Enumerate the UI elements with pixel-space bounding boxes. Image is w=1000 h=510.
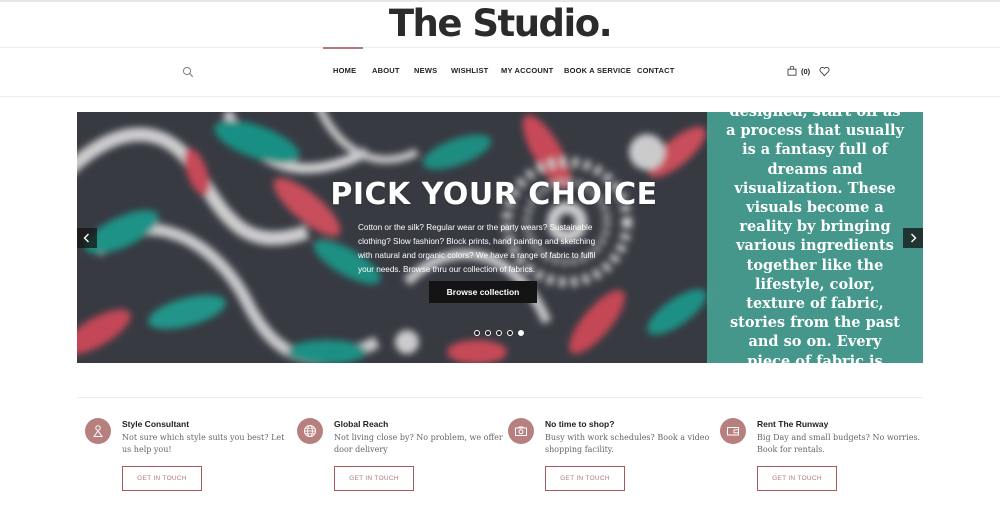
shopping-bag-icon <box>787 66 797 76</box>
wallet-icon <box>727 427 739 436</box>
panel-line: texture of fabric, <box>746 295 884 313</box>
chevron-right-icon <box>911 233 917 243</box>
slide-title: PICK YOUR CHOICE <box>330 177 658 212</box>
nav-news[interactable]: NEWS <box>414 66 437 75</box>
nav-contact[interactable]: CONTACT <box>637 66 675 75</box>
features-divider <box>77 397 923 398</box>
slider-dot[interactable] <box>507 330 513 336</box>
feature-description: Not living close by? No problem, we offe… <box>334 433 503 454</box>
panel-line: reality by bringing <box>739 218 891 236</box>
site-logo[interactable]: The Studio. <box>0 4 1000 44</box>
search-icon[interactable] <box>182 66 194 78</box>
feature-title: Rent The Runway <box>757 419 829 429</box>
slider-dot[interactable] <box>496 330 502 336</box>
header-divider-top <box>0 47 1000 48</box>
slider-pagination <box>474 330 529 336</box>
feature-style-consultant: Style Consultant Not sure which style su… <box>85 418 285 498</box>
panel-line: stories from the past <box>730 314 900 332</box>
get-in-touch-button[interactable]: GET IN TOUCH <box>757 466 837 491</box>
nav-book-a-service[interactable]: BOOK A SERVICE <box>564 66 631 75</box>
panel-line: lifestyle, color, <box>755 275 875 293</box>
camera-icon <box>515 426 527 436</box>
nav-active-indicator <box>323 47 363 49</box>
hero-slider[interactable]: designed, start off as a process that us… <box>77 112 923 363</box>
get-in-touch-button[interactable]: GET IN TOUCH <box>122 466 202 491</box>
feature-description: Not sure which style suits you best? Let… <box>122 433 285 454</box>
nav-about[interactable]: ABOUT <box>372 66 400 75</box>
feature-rent-the-runway: Rent The Runway Big Day and small budget… <box>720 418 920 498</box>
cart-count: (0) <box>801 66 811 76</box>
feature-title: No time to shop? <box>545 419 615 429</box>
feature-icon-circle <box>85 418 111 444</box>
panel-line: together like the <box>746 256 884 274</box>
slider-dot[interactable] <box>474 330 480 336</box>
cart-button[interactable]: (0) <box>787 66 810 76</box>
browse-collection-button[interactable]: Browse collection <box>429 281 537 303</box>
slide-description: Cotton or the silk? Regular wear or the … <box>358 223 596 274</box>
panel-line: dreams and <box>767 160 863 178</box>
feature-title: Style Consultant <box>122 419 190 429</box>
get-in-touch-button[interactable]: GET IN TOUCH <box>545 466 625 491</box>
panel-line: designed, start off as <box>715 112 915 121</box>
feature-no-time-to-shop: No time to shop? Busy with work schedule… <box>508 418 709 498</box>
globe-icon <box>304 425 316 437</box>
chevron-left-icon <box>83 233 89 243</box>
nav-my-account[interactable]: MY ACCOUNT <box>501 66 553 75</box>
panel-line: piece of fabric is <box>747 352 883 363</box>
overlay-story-text: designed, start off as a process that us… <box>707 112 923 363</box>
feature-icon-circle <box>508 418 534 444</box>
slider-prev-button[interactable] <box>77 228 97 248</box>
heart-icon[interactable] <box>819 66 830 77</box>
panel-line: a process that usually <box>726 122 904 140</box>
header-divider-bottom <box>0 96 1000 97</box>
get-in-touch-button[interactable]: GET IN TOUCH <box>334 466 414 491</box>
feature-description: Busy with work schedules? Book a video s… <box>545 433 710 454</box>
feature-title: Global Reach <box>334 419 389 429</box>
slider-next-button[interactable] <box>903 228 923 248</box>
feature-description: Big Day and small budgets? No worries. B… <box>757 433 921 454</box>
slider-dot-active[interactable] <box>518 330 524 336</box>
person-icon <box>93 425 103 437</box>
feature-global-reach: Global Reach Not living close by? No pro… <box>297 418 503 498</box>
panel-line: and so on. Every <box>748 333 882 351</box>
slider-dot[interactable] <box>485 330 491 336</box>
feature-icon-circle <box>720 418 746 444</box>
nav-wishlist[interactable]: WISHLIST <box>451 66 488 75</box>
panel-line: various ingredients <box>736 237 894 255</box>
nav-home[interactable]: HOME <box>333 66 356 75</box>
feature-icon-circle <box>297 418 323 444</box>
panel-line: is a fantasy full of <box>742 141 888 159</box>
